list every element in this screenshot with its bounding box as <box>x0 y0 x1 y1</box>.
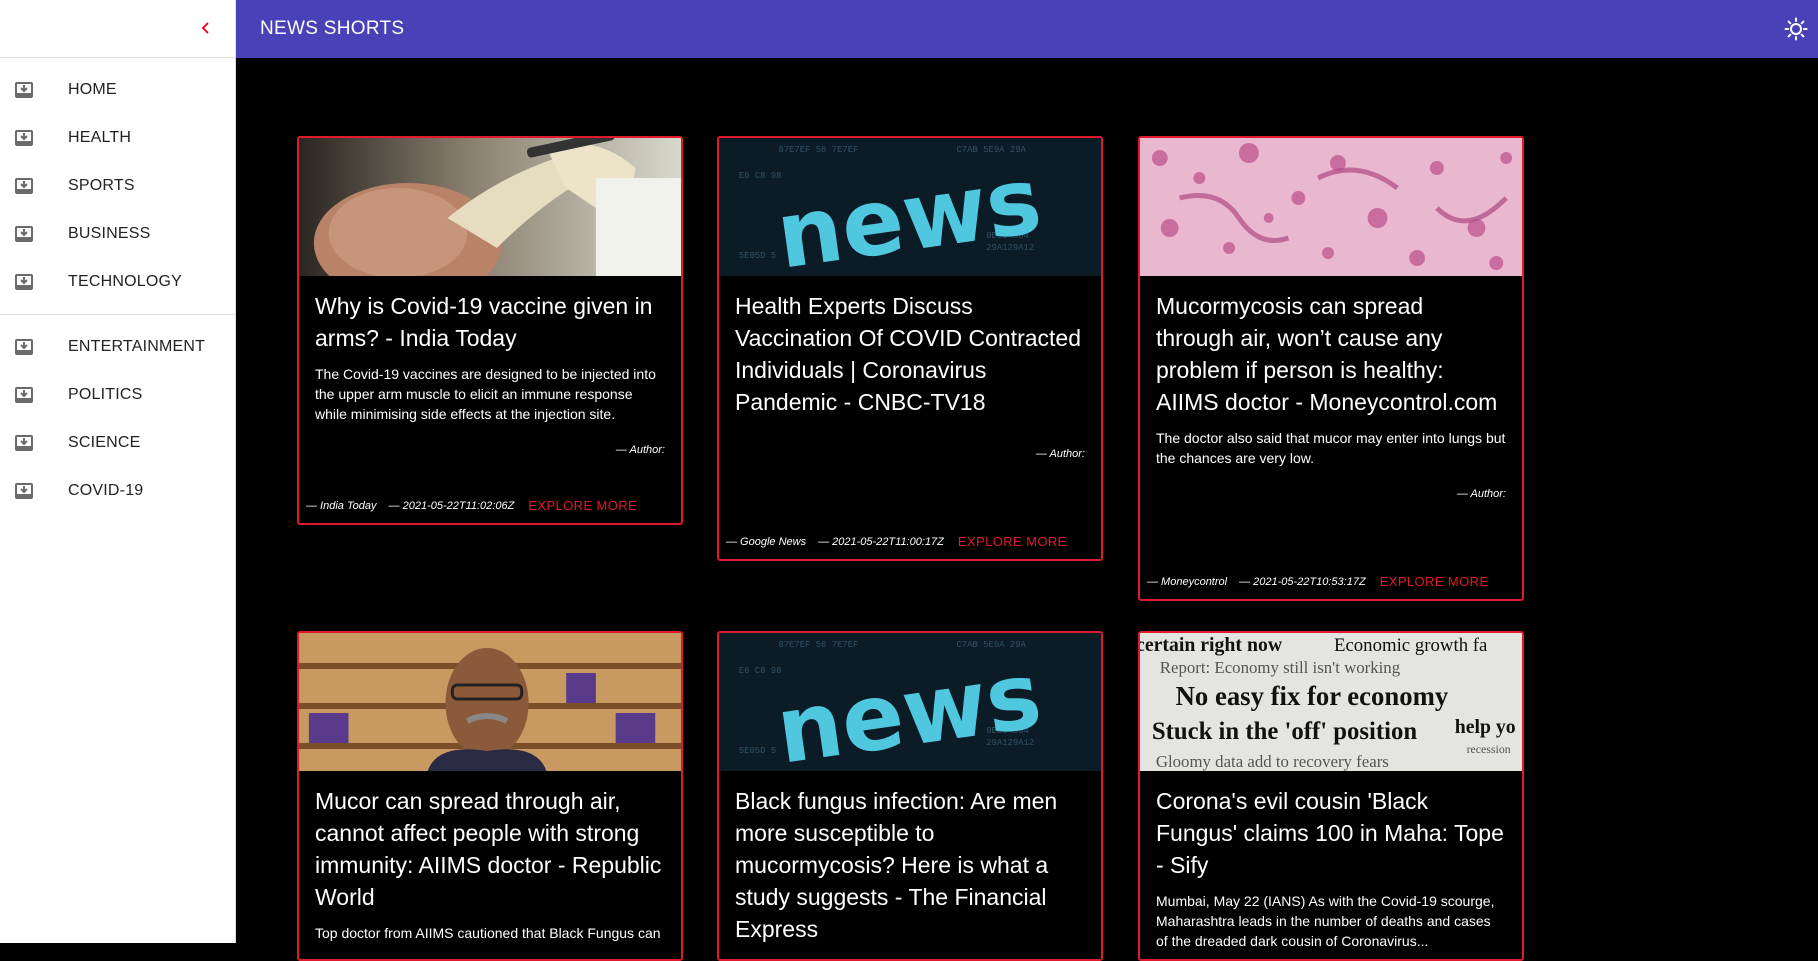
explore-more-link[interactable]: EXPLORE MORE <box>958 534 1067 549</box>
theme-toggle-button[interactable] <box>1782 15 1810 43</box>
sidebar-item-sports[interactable]: SPORTS <box>0 162 235 210</box>
sidebar-item-entertainment[interactable]: ENTERTAINMENT <box>0 323 235 371</box>
explore-more-link[interactable]: EXPLORE MORE <box>528 498 637 513</box>
card-timestamp: — 2021-05-22T11:02:06Z <box>388 499 515 512</box>
news-graphic-image: 87E7EF 56 7E7EF C7AB 5E9A 29A E6 C8 98 0… <box>719 633 1101 771</box>
card-body: Mucor can spread through air, cannot aff… <box>299 771 681 943</box>
news-card: Why is Covid-19 vaccine given in arms? -… <box>297 136 683 525</box>
newspaper-headline: Economic growth fa <box>1334 635 1488 656</box>
newspaper-headline: Report: Economy still isn't working <box>1160 658 1401 677</box>
sidebar-item-politics[interactable]: POLITICS <box>0 371 235 419</box>
card-source: — Moneycontrol <box>1147 575 1228 588</box>
card-body: Mucormycosis can spread through air, won… <box>1140 276 1522 500</box>
collapse-sidebar-button[interactable] <box>192 14 220 42</box>
card-source: — India Today <box>306 499 377 512</box>
sidebar-item-health[interactable]: HEALTH <box>0 114 235 162</box>
card-description: Mumbai, May 22 (IANS) As with the Covid-… <box>1156 893 1495 949</box>
card-title[interactable]: Mucormycosis can spread through air, won… <box>1156 290 1506 418</box>
inbox-download-icon <box>14 272 34 292</box>
newspaper-headline: Gloomy data add to recovery fears <box>1156 752 1389 771</box>
sidebar-item-technology[interactable]: TECHNOLOGY <box>0 258 235 306</box>
svg-text:5E05D 5: 5E05D 5 <box>739 251 776 261</box>
inbox-download-icon <box>14 481 34 501</box>
inbox-download-icon <box>14 224 34 244</box>
sidebar-item-label: SCIENCE <box>68 434 141 451</box>
card-description: Top doctor from AIIMS cautioned that Bla… <box>315 925 661 941</box>
sidebar-item-label: COVID-19 <box>68 482 144 499</box>
svg-text:E6 C8 98: E6 C8 98 <box>739 171 782 181</box>
news-card: Mucor can spread through air, cannot aff… <box>297 631 683 961</box>
app-title: NEWS SHORTS <box>260 18 405 39</box>
inbox-download-icon <box>14 337 34 357</box>
news-card: 87E7EF 56 7E7EF C7AB 5E9A 29A E6 C8 98 0… <box>717 631 1103 961</box>
card-body: Corona's evil cousin 'Black Fungus' clai… <box>1140 771 1522 951</box>
news-card: certain right now Economic growth fa Rep… <box>1138 631 1524 961</box>
inbox-download-icon <box>14 385 34 405</box>
newspaper-headline: recession <box>1467 742 1511 756</box>
sidebar-item-label: BUSINESS <box>68 225 151 242</box>
card-title[interactable]: Health Experts Discuss Vaccination Of CO… <box>735 290 1085 418</box>
microscopy-image <box>1140 138 1522 276</box>
card-body: Health Experts Discuss Vaccination Of CO… <box>719 276 1101 460</box>
card-body: Why is Covid-19 vaccine given in arms? -… <box>299 276 681 456</box>
news-card: 87E7EF 56 7E7EF C7AB 5E9A 29A E6 C8 98 0… <box>717 136 1103 561</box>
newspaper-headline: Stuck in the 'off' position <box>1152 718 1417 745</box>
sidebar-item-science[interactable]: SCIENCE <box>0 419 235 467</box>
news-card: Mucormycosis can spread through air, won… <box>1138 136 1524 601</box>
inbox-download-icon <box>14 128 34 148</box>
explore-more-link[interactable]: EXPLORE MORE <box>1380 574 1489 589</box>
nav-group-secondary: ENTERTAINMENT POLITICS SCIENCE COVID-19 <box>0 315 235 515</box>
card-title[interactable]: Corona's evil cousin 'Black Fungus' clai… <box>1156 785 1506 881</box>
newspaper-headline: certain right now <box>1140 634 1283 656</box>
newspaper-headlines-image: certain right now Economic growth fa Rep… <box>1140 633 1522 771</box>
sidebar-item-label: TECHNOLOGY <box>68 273 183 290</box>
sun-icon <box>1784 17 1808 41</box>
sidebar-item-label: HOME <box>68 81 117 98</box>
doctor-video-image <box>299 633 681 771</box>
vaccine-injection-image <box>299 138 681 276</box>
card-description: The doctor also said that mucor may ente… <box>1156 430 1506 466</box>
svg-text:87E7EF 56 7E7EF: 87E7EF 56 7E7EF <box>778 145 858 155</box>
top-app-bar: NEWS SHORTS <box>236 0 1818 58</box>
card-description: The Covid-19 vaccines are designed to be… <box>315 366 656 422</box>
sidebar-item-label: POLITICS <box>68 386 143 403</box>
card-title[interactable]: Why is Covid-19 vaccine given in arms? -… <box>315 290 665 354</box>
card-body: Black fungus infection: Are men more sus… <box>719 771 1101 945</box>
svg-text:5E05D 5: 5E05D 5 <box>739 746 776 756</box>
sidebar-item-label: ENTERTAINMENT <box>68 338 206 355</box>
card-timestamp: — 2021-05-22T10:53:17Z <box>1239 575 1366 588</box>
card-author: — Author: <box>615 444 665 456</box>
inbox-download-icon <box>14 80 34 100</box>
sidebar-item-label: SPORTS <box>68 177 135 194</box>
sidebar-item-covid-19[interactable]: COVID-19 <box>0 467 235 515</box>
sidebar-item-home[interactable]: HOME <box>0 66 235 114</box>
inbox-download-icon <box>14 433 34 453</box>
nav-group-primary: HOME HEALTH SPORTS BUSINESS TECHNOLOGY <box>0 58 235 315</box>
card-footer: — Moneycontrol — 2021-05-22T10:53:17Z EX… <box>1140 574 1489 599</box>
sidebar-item-business[interactable]: BUSINESS <box>0 210 235 258</box>
sidebar: HOME HEALTH SPORTS BUSINESS TECHNOLOGY E… <box>0 0 236 943</box>
news-graphic-image: 87E7EF 56 7E7EF C7AB 5E9A 29A E6 C8 98 0… <box>719 138 1101 276</box>
card-timestamp: — 2021-05-22T11:00:17Z <box>818 535 944 548</box>
sidebar-item-label: HEALTH <box>68 129 132 146</box>
card-footer: — Google News — 2021-05-22T11:00:17Z EXP… <box>719 534 1067 559</box>
card-title[interactable]: Mucor can spread through air, cannot aff… <box>315 785 665 913</box>
card-author: — Author: <box>1035 448 1085 460</box>
newspaper-headline: No easy fix for economy <box>1176 681 1449 711</box>
card-source: — Google News <box>726 535 807 548</box>
card-title[interactable]: Black fungus infection: Are men more sus… <box>735 785 1085 945</box>
sidebar-header <box>0 0 235 58</box>
card-author: — Author: <box>1456 488 1506 500</box>
svg-text:87E7EF 56 7E7EF: 87E7EF 56 7E7EF <box>778 640 858 650</box>
inbox-download-icon <box>14 176 34 196</box>
card-footer: — India Today — 2021-05-22T11:02:06Z EXP… <box>299 498 637 523</box>
chevron-left-icon <box>201 22 209 34</box>
svg-text:E6 C8 98: E6 C8 98 <box>739 666 782 676</box>
newspaper-headline: help yo <box>1455 716 1516 738</box>
